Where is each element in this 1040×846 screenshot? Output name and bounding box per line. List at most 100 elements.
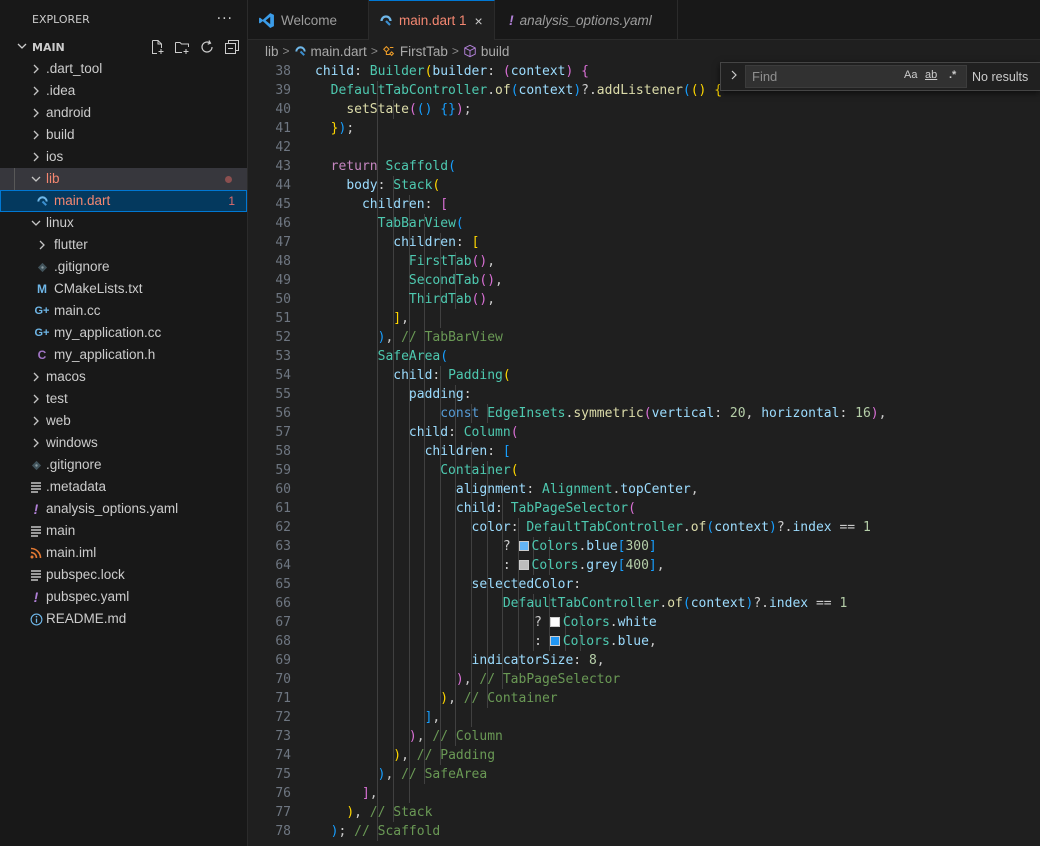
code-line[interactable]: 44 body: Stack( — [248, 176, 1040, 195]
code-line[interactable]: 45 children: [ — [248, 195, 1040, 214]
color-swatch-icon[interactable] — [549, 617, 560, 627]
breadcrumb-item-lib[interactable]: lib — [265, 44, 279, 59]
tree-file-main-cc[interactable]: G+ main.cc — [0, 300, 247, 322]
code-line[interactable]: 48 FirstTab(), — [248, 252, 1040, 271]
tree-folder-lib[interactable]: lib — [0, 168, 247, 190]
color-swatch-icon[interactable] — [549, 636, 560, 646]
tree-item-label: web — [46, 413, 71, 428]
new-file-icon[interactable] — [148, 38, 166, 56]
tree-folder-android[interactable]: android — [0, 102, 247, 124]
tree-folder-idea[interactable]: .idea — [0, 80, 247, 102]
chevron-right-icon — [28, 388, 44, 410]
tree-folder-test[interactable]: test — [0, 388, 247, 410]
code-line[interactable]: 72 ], — [248, 708, 1040, 727]
code-line[interactable]: 43 return Scaffold( — [248, 157, 1040, 176]
code-line[interactable]: 63 ? Colors.blue[300] — [248, 537, 1040, 556]
code-line[interactable]: 52 ), // TabBarView — [248, 328, 1040, 347]
breadcrumb-item-main-dart[interactable]: main.dart — [311, 44, 367, 59]
code-line[interactable]: 42 — [248, 138, 1040, 157]
tree-file-gitignore[interactable]: .gitignore — [0, 256, 247, 278]
tree-file-pubspec-lock[interactable]: pubspec.lock — [0, 564, 247, 586]
tree-folder-build[interactable]: build — [0, 124, 247, 146]
tree-file-gitignore[interactable]: .gitignore — [0, 454, 247, 476]
code-line[interactable]: 40 setState(() {}); — [248, 100, 1040, 119]
code-line[interactable]: 61 child: TabPageSelector( — [248, 499, 1040, 518]
code-line[interactable]: 58 children: [ — [248, 442, 1040, 461]
code-line[interactable]: 50 ThirdTab(), — [248, 290, 1040, 309]
refresh-icon[interactable] — [198, 38, 216, 56]
code-editor[interactable]: 38 child: Builder(builder: (context) {39 … — [248, 62, 1040, 846]
tree-file-cmakelists-txt[interactable]: M CMakeLists.txt — [0, 278, 247, 300]
tree-file-analysis-options-yaml[interactable]: ! analysis_options.yaml — [0, 498, 247, 520]
code-text: ? Colors.white — [315, 615, 657, 630]
code-line[interactable]: 76 ], — [248, 784, 1040, 803]
code-line[interactable]: 60 alignment: Alignment.topCenter, — [248, 480, 1040, 499]
code-line[interactable]: 64 : Colors.grey[400], — [248, 556, 1040, 575]
tree-file-readme-md[interactable]: README.md — [0, 608, 247, 630]
code-line[interactable]: 54 child: Padding( — [248, 366, 1040, 385]
code-line[interactable]: 65 selectedColor: — [248, 575, 1040, 594]
indent-guide — [393, 784, 394, 803]
code-line[interactable]: 68 : Colors.blue, — [248, 632, 1040, 651]
tree-folder-ios[interactable]: ios — [0, 146, 247, 168]
code-line[interactable]: 66 DefaultTabController.of(context)?.ind… — [248, 594, 1040, 613]
lines-file-icon — [28, 520, 44, 542]
whole-word-toggle[interactable]: ab — [925, 69, 937, 81]
code-line[interactable]: 62 color: DefaultTabController.of(contex… — [248, 518, 1040, 537]
code-line[interactable]: 71 ), // Container — [248, 689, 1040, 708]
tree-folder-windows[interactable]: windows — [0, 432, 247, 454]
more-actions-icon[interactable]: ··· — [217, 11, 233, 27]
collapse-all-icon[interactable] — [223, 38, 241, 56]
code-line[interactable]: 57 child: Column( — [248, 423, 1040, 442]
code-line[interactable]: 56 const EdgeInsets.symmetric(vertical: … — [248, 404, 1040, 423]
code-line[interactable]: 59 Container( — [248, 461, 1040, 480]
tree-folder-macos[interactable]: macos — [0, 366, 247, 388]
code-line[interactable]: 49 SecondTab(), — [248, 271, 1040, 290]
tree-item-label: macos — [46, 369, 86, 384]
tree-folder-dart-tool[interactable]: .dart_tool — [0, 58, 247, 80]
breadcrumb-item-firsttab[interactable]: FirstTab — [400, 44, 448, 59]
regex-toggle[interactable]: .* — [949, 69, 956, 81]
tree-file-main[interactable]: main — [0, 520, 247, 542]
tab-welcome[interactable]: Welcome — [248, 0, 369, 40]
tree-file-main-dart[interactable]: main.dart 1 — [0, 190, 247, 212]
code-text: ? Colors.blue[300] — [315, 539, 657, 554]
color-swatch-icon[interactable] — [518, 560, 529, 570]
code-text: ], — [393, 311, 409, 326]
code-line[interactable]: 47 children: [ — [248, 233, 1040, 252]
line-number: 57 — [275, 425, 291, 440]
code-line[interactable]: 70 ), // TabPageSelector — [248, 670, 1040, 689]
tree-file-my-application-h[interactable]: Cmy_application.h — [0, 344, 247, 366]
code-line[interactable]: 73 ), // Column — [248, 727, 1040, 746]
tree-file-main-iml[interactable]: main.iml — [0, 542, 247, 564]
code-line[interactable]: 55 padding: — [248, 385, 1040, 404]
folder-header-main[interactable]: MAIN — [0, 36, 247, 58]
code-line[interactable]: 67 ? Colors.white — [248, 613, 1040, 632]
tree-folder-flutter[interactable]: flutter — [0, 234, 247, 256]
color-swatch-icon[interactable] — [518, 541, 529, 551]
code-line[interactable]: 46 TabBarView( — [248, 214, 1040, 233]
code-text: ], — [424, 710, 441, 725]
new-folder-icon[interactable] — [173, 38, 191, 56]
close-icon[interactable]: × — [475, 13, 483, 29]
breadcrumb-item-build[interactable]: build — [481, 44, 510, 59]
code-line[interactable]: 51 ], — [248, 309, 1040, 328]
code-line[interactable]: 77 ), // Stack — [248, 803, 1040, 822]
code-line[interactable]: 53 SafeArea( — [248, 347, 1040, 366]
chevron-right-icon[interactable] — [729, 68, 739, 85]
yaml-icon: ! — [509, 12, 514, 28]
tree-folder-linux[interactable]: linux — [0, 212, 247, 234]
code-line[interactable]: 75 ), // SafeArea — [248, 765, 1040, 784]
tree-file-metadata[interactable]: .metadata — [0, 476, 247, 498]
tree-folder-web[interactable]: web — [0, 410, 247, 432]
tree-item-label: my_application.cc — [54, 325, 162, 340]
tab-analysis-options[interactable]: ! analysis_options.yaml — [495, 0, 678, 40]
code-line[interactable]: 69 indicatorSize: 8, — [248, 651, 1040, 670]
tab-main-dart[interactable]: main.dart 1 × — [369, 0, 495, 40]
match-case-toggle[interactable]: Aa — [904, 69, 917, 81]
code-line[interactable]: 41 }); — [248, 119, 1040, 138]
tree-file-pubspec-yaml[interactable]: ! pubspec.yaml — [0, 586, 247, 608]
code-line[interactable]: 74 ), // Padding — [248, 746, 1040, 765]
code-line[interactable]: 78 ); // Scaffold — [248, 822, 1040, 841]
tree-file-my-application-cc[interactable]: G+ my_application.cc — [0, 322, 247, 344]
